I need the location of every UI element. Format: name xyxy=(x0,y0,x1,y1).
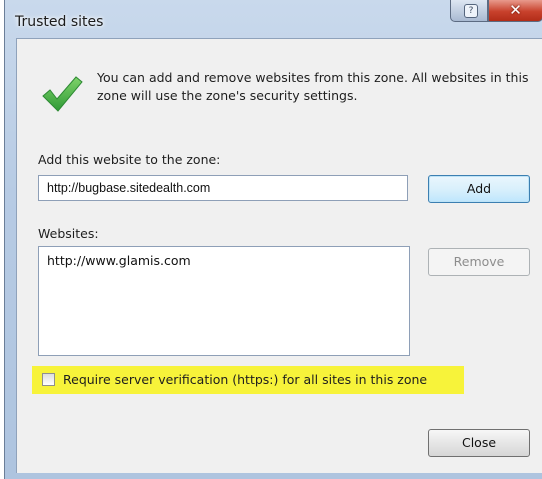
green-checkmark-icon xyxy=(42,76,83,112)
add-button[interactable]: Add xyxy=(428,175,530,203)
close-icon: ✕ xyxy=(509,1,522,19)
websites-list[interactable]: http://www.glamis.com xyxy=(38,246,410,356)
require-https-label[interactable]: Require server verification (https:) for… xyxy=(63,372,427,387)
window-close-button[interactable]: ✕ xyxy=(488,0,542,22)
help-button[interactable]: ? xyxy=(450,0,488,22)
websites-label: Websites: xyxy=(38,226,99,241)
zone-info-text: You can add and remove websites from thi… xyxy=(97,70,529,103)
website-url-input[interactable] xyxy=(38,175,408,201)
close-button[interactable]: Close xyxy=(428,429,530,457)
add-website-label: Add this website to the zone: xyxy=(38,152,221,167)
list-item[interactable]: http://www.glamis.com xyxy=(47,253,401,268)
window-title: Trusted sites xyxy=(15,14,104,30)
title-bar[interactable]: Trusted sites ? ✕ xyxy=(5,0,542,38)
remove-button[interactable]: Remove xyxy=(428,248,530,276)
require-https-checkbox[interactable] xyxy=(42,373,55,386)
dialog-body: You can add and remove websites from thi… xyxy=(16,38,542,473)
dialog-window: Trusted sites ? ✕ You can add and remove… xyxy=(4,0,542,479)
https-requirement-highlight: Require server verification (https:) for… xyxy=(32,366,464,394)
help-icon: ? xyxy=(464,4,478,18)
